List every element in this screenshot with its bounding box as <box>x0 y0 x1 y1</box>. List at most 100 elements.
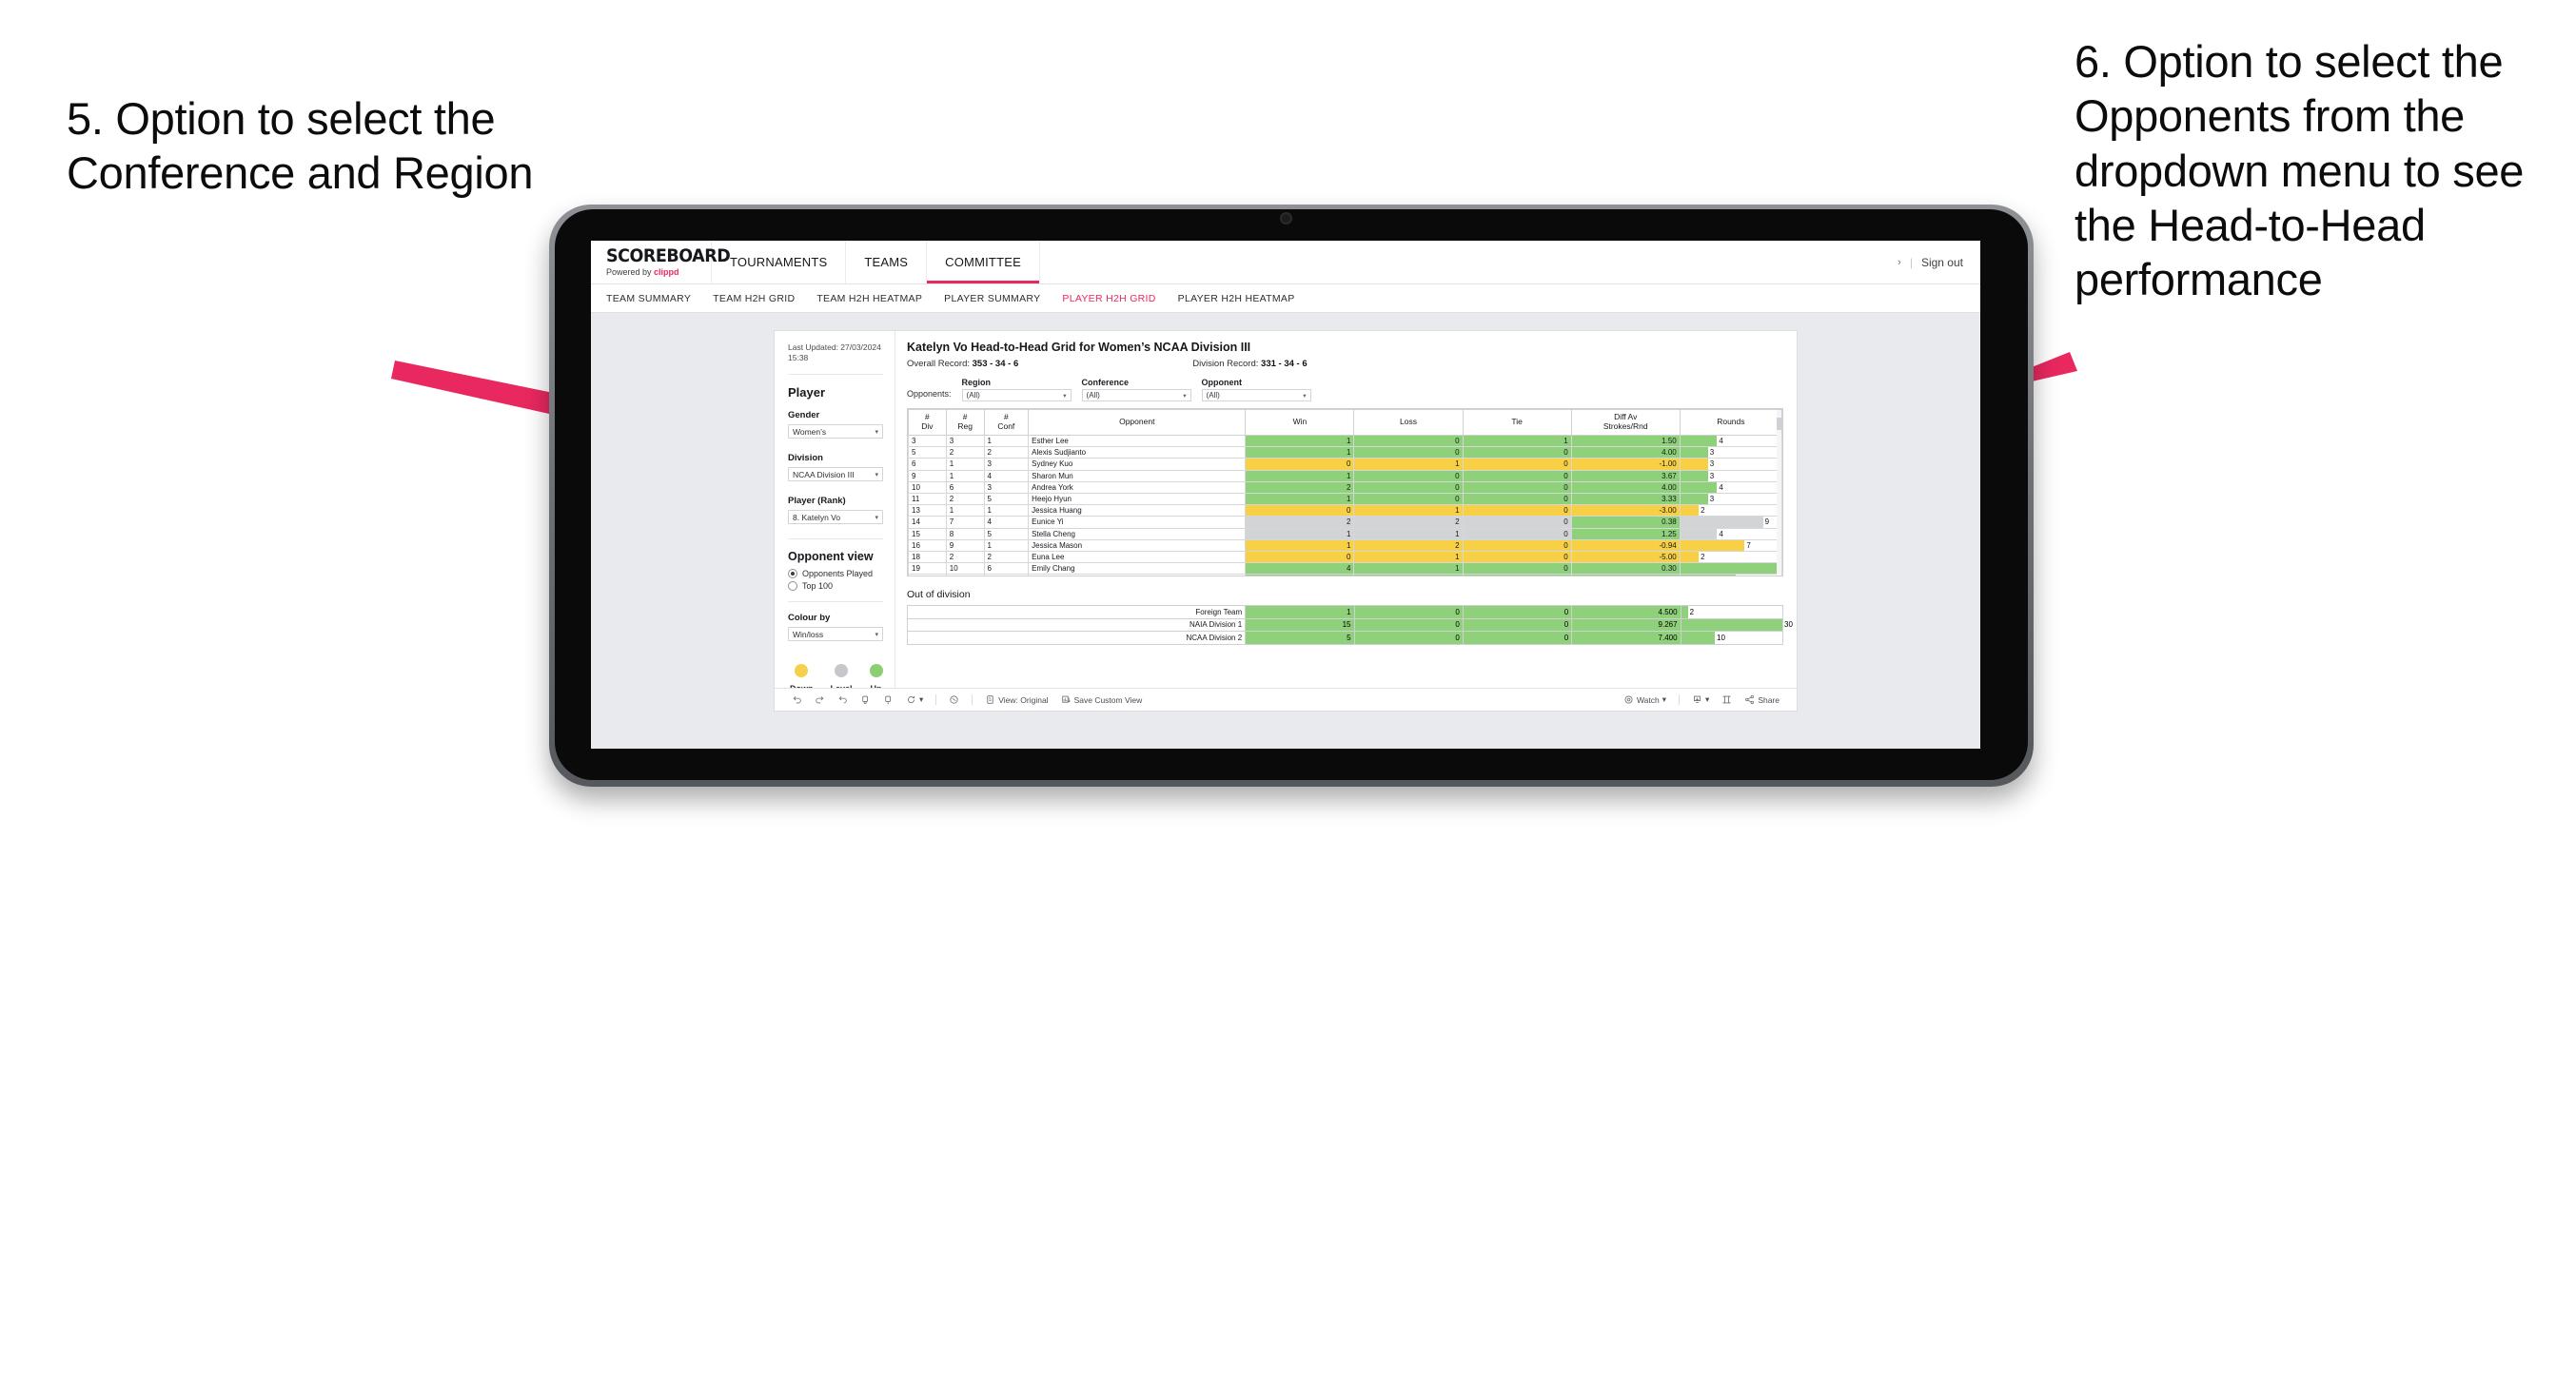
h2h-grid-container[interactable]: # Div # Reg # Conf Opponent Win Loss Tie Di… <box>907 408 1783 576</box>
account-chevron-icon[interactable]: › <box>1898 257 1901 268</box>
tab-player-h2h-grid[interactable]: PLAYER H2H GRID <box>1062 293 1155 304</box>
opponents-filter-label: Opponents: <box>907 389 952 399</box>
cell-diff: -0.94 <box>1570 538 1681 552</box>
rounds-value: 7 <box>1746 540 1751 550</box>
refresh-icon[interactable]: ▾ <box>906 694 923 705</box>
table-row[interactable]: 6 1 3 Sydney Kuo 0 1 0 -1.00 3 <box>908 458 1782 471</box>
nav-item-committee[interactable]: COMMITTEE <box>927 241 1040 283</box>
player-rank-value: 8. Katelyn Vo <box>793 512 841 522</box>
sub-navigation: TEAM SUMMARY TEAM H2H GRID TEAM H2H HEAT… <box>591 284 1980 313</box>
redo-icon[interactable] <box>815 694 825 705</box>
out-of-division-row[interactable]: Foreign Team 1 0 0 4.500 2 <box>906 605 1784 619</box>
out-of-division-row[interactable]: NAIA Division 1 15 0 0 9.267 30 <box>906 617 1793 632</box>
resume-auto-update-icon[interactable] <box>883 694 894 705</box>
gender-select[interactable]: Women’s ▾ <box>788 424 883 439</box>
cell-group-name: NAIA Division 1 <box>906 617 1247 632</box>
rounds-value: 6 <box>1736 575 1741 576</box>
opponent-filter-select[interactable]: (All) ▾ <box>1201 389 1311 401</box>
cell-opponent: Jessica Mason <box>1028 538 1247 552</box>
cell-diff: 3.33 <box>1570 492 1681 506</box>
brand-tagline: Powered by clippd <box>606 268 711 277</box>
view-original-button[interactable]: View: Original <box>985 694 1049 705</box>
cell-loss: 0 <box>1353 631 1464 645</box>
watch-button[interactable]: Watch ▾ <box>1623 694 1666 705</box>
division-select[interactable]: NCAA Division III ▾ <box>788 467 883 482</box>
h2h-grid-table: # Div # Reg # Conf Opponent Win Loss Tie Di… <box>908 409 1782 576</box>
download-caret-icon: ▾ <box>1705 694 1710 704</box>
sign-out-link[interactable]: Sign out <box>1921 256 1963 269</box>
save-custom-view-button[interactable]: Save Custom View <box>1061 694 1142 705</box>
pause-icon[interactable] <box>949 694 959 705</box>
cell-div: 18 <box>908 550 947 564</box>
revert-icon[interactable] <box>837 694 848 705</box>
table-row[interactable]: 19106Emily Chang4100.3011 <box>908 562 1782 576</box>
cell-reg: 1 <box>945 469 985 482</box>
clippd-wordmark: clippd <box>654 267 679 277</box>
conference-filter-select[interactable]: (All) ▾ <box>1081 389 1191 401</box>
cell-reg: 8 <box>945 527 985 540</box>
main-pane: Katelyn Vo Head-to-Head Grid for Women’s… <box>895 331 1797 688</box>
cell-rounds: 10 <box>1680 631 1784 645</box>
legend-swatch-level <box>835 664 848 678</box>
table-row[interactable]: 16 9 1 Jessica Mason 1 2 0 -0.94 7 <box>908 538 1782 552</box>
brand-logo[interactable]: SCOREBOARD Powered by clippd <box>591 241 731 283</box>
cell-rounds: 11 <box>1679 562 1782 576</box>
radio-top-100[interactable]: Top 100 <box>788 581 883 592</box>
pause-auto-update-icon[interactable] <box>860 694 871 705</box>
player-rank-select[interactable]: 8. Katelyn Vo ▾ <box>788 510 883 525</box>
rounds-bar <box>1681 494 1708 504</box>
cell-group-name: Foreign Team <box>906 605 1247 619</box>
tab-team-h2h-grid[interactable]: TEAM H2H GRID <box>713 293 795 304</box>
tablet-screen: SCOREBOARD Powered by clippd TOURNAMENTS… <box>591 241 1980 749</box>
table-row[interactable]: 14 7 4 Eunice Yi 2 2 0 0.38 9 <box>908 516 1782 529</box>
share-button[interactable]: Share <box>1744 694 1780 705</box>
tab-player-h2h-heatmap[interactable]: PLAYER H2H HEATMAP <box>1178 293 1295 304</box>
out-of-division-body: Foreign Team 1 0 0 4.500 2 NAIA Division 1 15 0 0… <box>906 605 1793 645</box>
cell-opponent: Stella Cheng <box>1028 527 1247 540</box>
table-row[interactable]: 10 6 3 Andrea York 2 0 0 4.00 4 <box>908 480 1782 494</box>
cell-div: 14 <box>908 516 947 529</box>
tab-team-summary[interactable]: TEAM SUMMARY <box>606 293 691 304</box>
sheet-toolbar: ▾ View: Original Save Custom View Watch ▾… <box>775 688 1797 711</box>
fullscreen-button[interactable] <box>1721 694 1732 705</box>
cell-conf: 3 <box>983 480 1030 494</box>
out-of-division-row[interactable]: NCAA Division 2 5 0 0 7.400 10 <box>906 631 1784 645</box>
rounds-value: 4 <box>1719 482 1723 492</box>
tab-player-summary[interactable]: PLAYER SUMMARY <box>944 293 1040 304</box>
download-button[interactable]: ▾ <box>1692 694 1709 705</box>
cell-group-name: NCAA Division 2 <box>906 631 1247 645</box>
table-row[interactable]: 18 2 2 Euna Lee 0 1 0 -5.00 2 <box>908 550 1782 564</box>
radio-opponents-played[interactable]: Opponents Played <box>788 569 883 579</box>
cell-div: 16 <box>908 538 947 552</box>
table-row[interactable]: 15 8 5 Stella Cheng 1 1 0 1.25 4 <box>908 527 1782 540</box>
region-filter-group: Region (All) ▾ <box>961 378 1072 401</box>
rounds-value: 2 <box>1701 552 1705 561</box>
nav-item-tournaments[interactable]: TOURNAMENTS <box>712 241 847 283</box>
radio-selected-icon <box>788 569 797 579</box>
cell-diff: 7.400 <box>1571 631 1681 645</box>
table-row[interactable]: 9 1 4 Sharon Mun 1 0 0 3.67 3 <box>908 469 1782 482</box>
grid-scrollbar-track[interactable] <box>1777 410 1781 575</box>
cell-diff: 0.30 <box>1570 562 1681 576</box>
table-row[interactable]: 3 3 1 Esther Lee 1 0 1 1.50 4 <box>908 434 1782 448</box>
cell-tie: 0 <box>1462 492 1572 506</box>
tab-team-h2h-heatmap[interactable]: TEAM H2H HEATMAP <box>816 293 922 304</box>
grid-scrollbar-thumb[interactable] <box>1777 418 1781 430</box>
colour-by-select[interactable]: Win/loss ▾ <box>788 627 883 642</box>
cell-div: 3 <box>908 434 947 448</box>
table-row[interactable]: 20117Federica Domecq Lacroze2101.33 6 <box>908 574 1782 576</box>
region-filter-caption: Region <box>961 378 992 387</box>
undo-icon[interactable] <box>792 694 802 705</box>
cell-opponent: Euna Lee <box>1028 550 1247 564</box>
sidebar-divider-1 <box>788 374 883 376</box>
table-row[interactable]: 13 1 1 Jessica Huang 0 1 0 -3.00 2 <box>908 504 1782 517</box>
cell-div: 19 <box>908 562 947 576</box>
cell-rounds: 3 <box>1679 492 1782 506</box>
region-filter-select[interactable]: (All) ▾ <box>961 389 1072 401</box>
cell-div: 5 <box>908 446 947 459</box>
nav-item-teams[interactable]: TEAMS <box>846 241 928 283</box>
cell-rounds: 4 <box>1679 480 1782 494</box>
table-row[interactable]: 5 2 2 Alexis Sudjianto 1 0 0 4.00 3 <box>908 446 1782 459</box>
cell-win: 0 <box>1245 550 1355 564</box>
table-row[interactable]: 11 2 5 Heejo Hyun 1 0 0 3.33 3 <box>908 492 1782 506</box>
